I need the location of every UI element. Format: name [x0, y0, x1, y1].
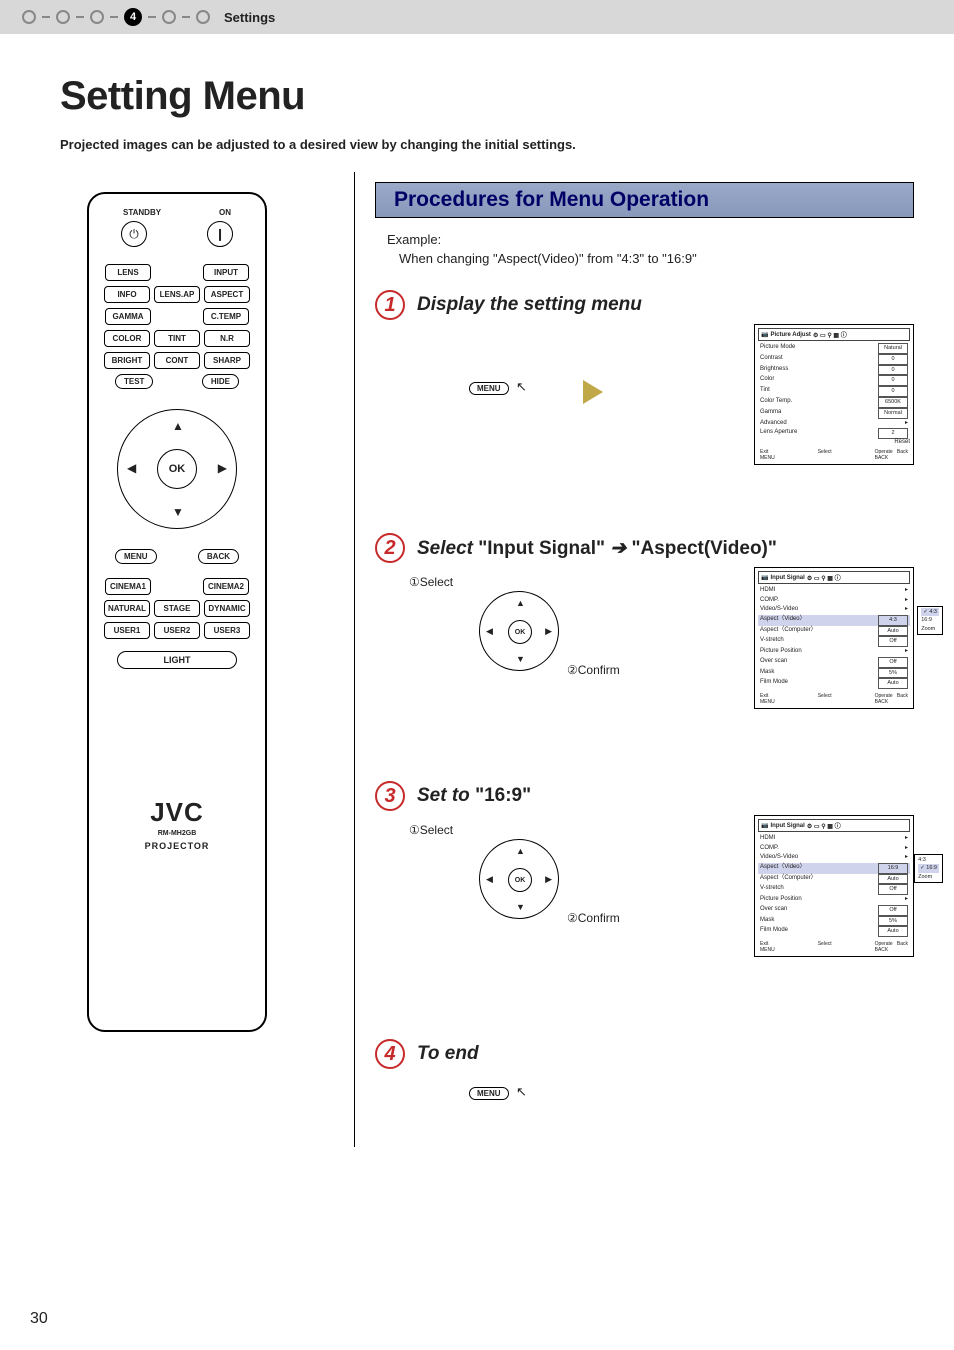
menu-button-icon: MENU	[469, 1087, 509, 1100]
aspect-button[interactable]: ASPECT	[204, 286, 250, 303]
step-number-icon: 4	[375, 1039, 405, 1069]
step-3-body: ①Select ▲▼◀▶ OK ②Confirm 📷Input Signal⚙ …	[389, 819, 914, 1009]
cursor-icon: ↖	[516, 379, 527, 394]
color-button[interactable]: COLOR	[104, 330, 150, 347]
down-arrow-icon[interactable]: ▼	[172, 505, 184, 519]
menu-button[interactable]: MENU	[115, 549, 157, 564]
right-arrow-icon[interactable]: ▶	[218, 461, 227, 475]
test-button[interactable]: TEST	[115, 374, 153, 389]
stage-button[interactable]: STAGE	[154, 600, 200, 617]
projector-label: PROJECTOR	[101, 841, 253, 851]
nav-pad-small: ▲▼◀▶ OK	[479, 839, 559, 919]
step-2: 2 Select "Input Signal" ➔ "Aspect(Video)…	[375, 533, 914, 563]
cinema2-button[interactable]: CINEMA2	[203, 578, 249, 595]
step-3: 3 Set to "16:9"	[375, 781, 914, 811]
procedures-heading: Procedures for Menu Operation	[375, 182, 914, 218]
info-button[interactable]: INFO	[104, 286, 150, 303]
lens-ap-button[interactable]: LENS.AP	[154, 286, 200, 303]
remote-control: STANDBY ON ⏻ ❙ LENS INPUT INFO LENS.AP AS…	[87, 192, 267, 1032]
step-4: 4 To end	[375, 1039, 914, 1069]
example-text: When changing "Aspect(Video)" from "4:3"…	[399, 251, 914, 266]
osd-input-signal-1: 📷Input Signal⚙ ▭ ⚲ ▦ ⓘ HDMI ▸COMP. ▸Vide…	[754, 567, 914, 709]
aspect-popup: ✓ 4:3 16:9 Zoom	[917, 606, 943, 635]
brand-logo: JVC	[101, 797, 253, 828]
sharp-button[interactable]: SHARP	[204, 352, 250, 369]
gamma-button[interactable]: GAMMA	[105, 308, 151, 325]
page-number: 30	[30, 1310, 48, 1328]
step-2-body: ①Select ▲▼◀▶ OK ②Confirm 📷Input Signal⚙ …	[389, 571, 914, 751]
on-label: ON	[219, 208, 231, 217]
step-indicator: 4	[22, 8, 210, 26]
step-4-body: MENU ↖	[389, 1077, 914, 1117]
right-arrow-icon	[583, 380, 603, 404]
select-label: ①Select	[409, 823, 453, 837]
example-label: Example:	[387, 232, 914, 247]
section-label: Settings	[224, 10, 275, 25]
step-4-title: To end	[417, 1043, 479, 1065]
confirm-label: ②Confirm	[567, 663, 620, 677]
step-number-icon: 1	[375, 290, 405, 320]
bright-button[interactable]: BRIGHT	[104, 352, 150, 369]
lens-button[interactable]: LENS	[105, 264, 151, 281]
ctemp-button[interactable]: C.TEMP	[203, 308, 249, 325]
nr-button[interactable]: N.R	[204, 330, 250, 347]
page-title: Setting Menu	[60, 74, 954, 119]
cont-button[interactable]: CONT	[154, 352, 200, 369]
user2-button[interactable]: USER2	[154, 622, 200, 639]
step-1: 1 Display the setting menu	[375, 290, 914, 320]
dynamic-button[interactable]: DYNAMIC	[204, 600, 250, 617]
page-intro: Projected images can be adjusted to a de…	[60, 137, 954, 152]
step-3-title: Set to "16:9"	[417, 785, 531, 807]
select-label: ①Select	[409, 575, 453, 589]
cinema1-button[interactable]: CINEMA1	[105, 578, 151, 595]
user1-button[interactable]: USER1	[104, 622, 150, 639]
osd-picture-adjust: 📷Picture Adjust⚙ ▭ ⚲ ▦ ⓘ Picture ModeNat…	[754, 324, 914, 465]
light-button[interactable]: LIGHT	[117, 651, 237, 669]
step-number-icon: 2	[375, 533, 405, 563]
aspect-popup: 4:3 ✓ 16:9 Zoom	[914, 854, 943, 883]
natural-button[interactable]: NATURAL	[104, 600, 150, 617]
confirm-label: ②Confirm	[567, 911, 620, 925]
menu-button-icon: MENU	[469, 382, 509, 395]
tint-button[interactable]: TINT	[154, 330, 200, 347]
step-2-title: Select "Input Signal" ➔ "Aspect(Video)"	[417, 537, 777, 560]
input-button[interactable]: INPUT	[203, 264, 249, 281]
nav-pad[interactable]: ▲ ▼ ◀ ▶ OK	[107, 399, 247, 539]
cursor-icon: ↖	[516, 1084, 527, 1099]
step-current: 4	[124, 8, 142, 26]
back-button[interactable]: BACK	[198, 549, 239, 564]
standby-label: STANDBY	[123, 208, 161, 217]
step-1-title: Display the setting menu	[417, 294, 642, 316]
step-number-icon: 3	[375, 781, 405, 811]
user3-button[interactable]: USER3	[204, 622, 250, 639]
left-arrow-icon[interactable]: ◀	[127, 461, 136, 475]
standby-button[interactable]: ⏻	[121, 221, 147, 247]
hide-button[interactable]: HIDE	[202, 374, 239, 389]
ok-button[interactable]: OK	[157, 449, 197, 489]
top-header-bar: 4 Settings	[0, 0, 954, 34]
step-1-body: MENU ↖ 📷Picture Adjust⚙ ▭ ⚲ ▦ ⓘ Picture …	[389, 328, 914, 503]
model-number: RM-MH2GB	[101, 830, 253, 837]
nav-pad-small: ▲▼◀▶ OK	[479, 591, 559, 671]
up-arrow-icon[interactable]: ▲	[172, 419, 184, 433]
on-button[interactable]: ❙	[207, 221, 233, 247]
osd-input-signal-2: 📷Input Signal⚙ ▭ ⚲ ▦ ⓘ HDMI ▸COMP. ▸Vide…	[754, 815, 914, 957]
